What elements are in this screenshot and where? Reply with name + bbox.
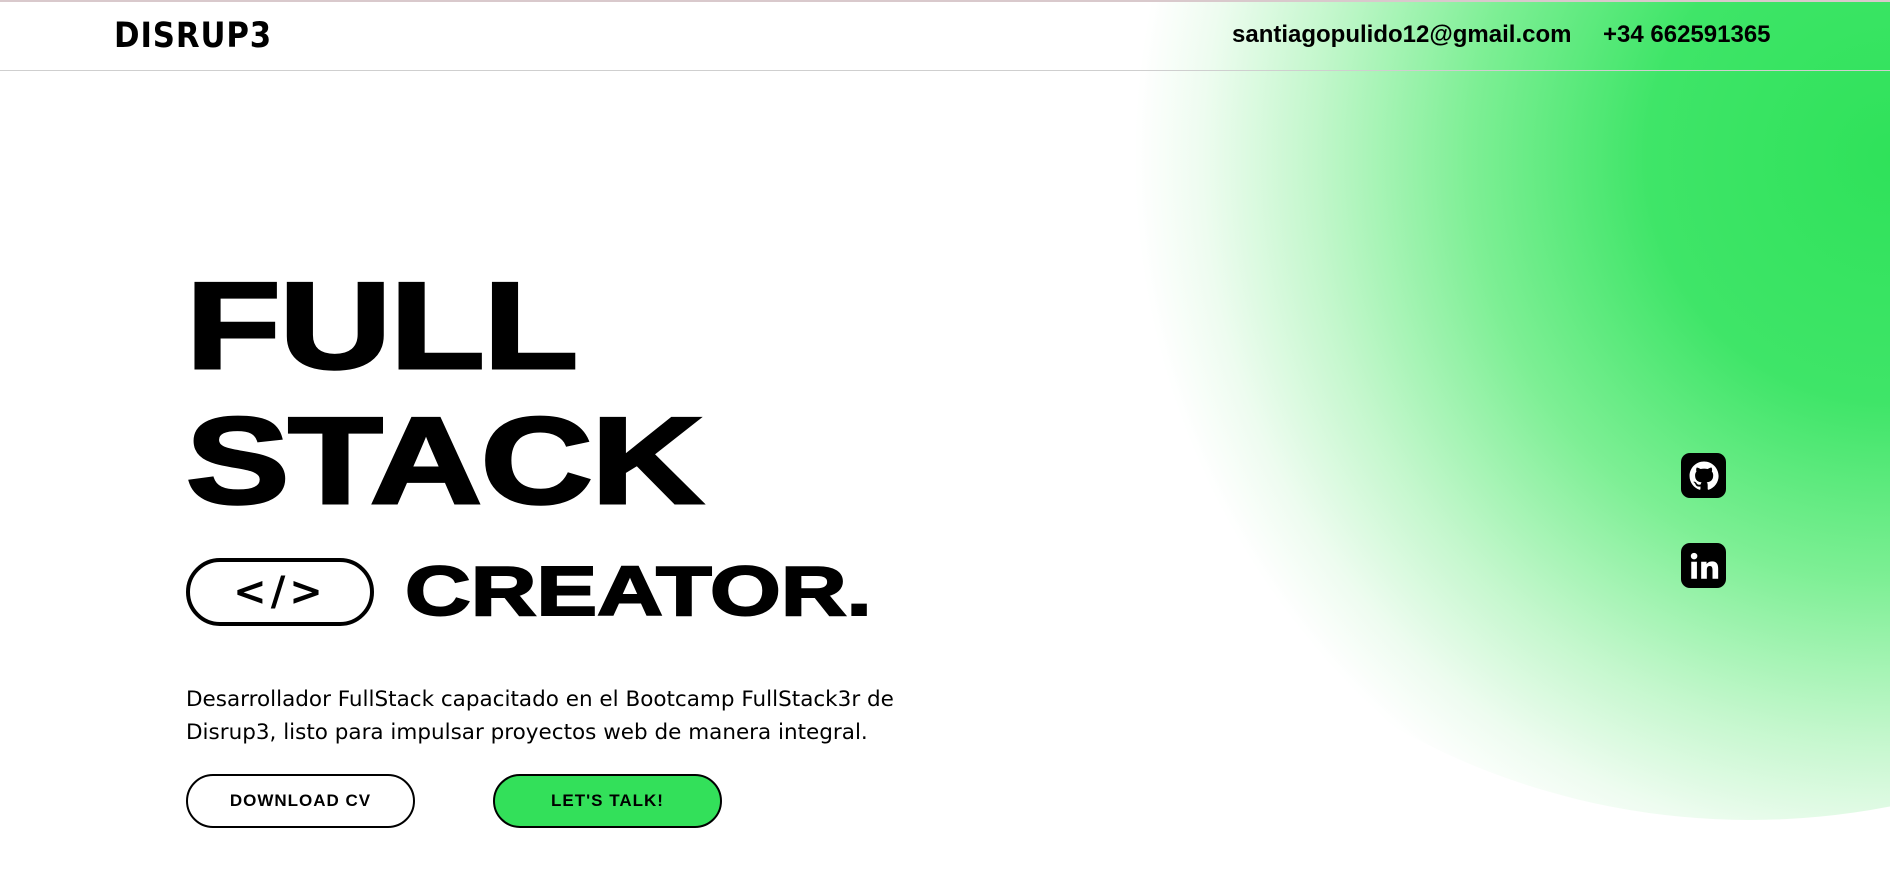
code-symbol-icon: </> [233,569,327,615]
top-rule [0,0,1890,2]
linkedin-link[interactable] [1681,543,1726,588]
github-icon [1689,461,1719,490]
header: DISRUP3 santiagopulido12@gmail.com +34 6… [0,2,1890,71]
hero-description-line-1: Desarrollador FullStack capacitado en el… [186,687,894,712]
hero-title-creator: CREATOR. [404,552,873,630]
code-symbol-badge: </> [186,558,374,626]
download-cv-button[interactable]: DOWNLOAD CV [186,774,415,828]
hero-title-stack: STACK [184,393,705,530]
github-link[interactable] [1681,453,1726,498]
phone-link[interactable]: +34 662591365 [1603,21,1771,49]
green-gradient-background [1040,0,1890,820]
hero-title-full: FULL [184,258,580,395]
page: DISRUP3 santiagopulido12@gmail.com +34 6… [0,0,1890,893]
hero-description-line-2: Disrup3, listo para impulsar proyectos w… [186,720,868,745]
email-link[interactable]: santiagopulido12@gmail.com [1232,21,1571,49]
lets-talk-button[interactable]: LET'S TALK! [493,774,722,828]
hero-description: Desarrollador FullStack capacitado en el… [186,683,986,749]
logo[interactable]: DISRUP3 [114,16,272,56]
linkedin-icon [1690,552,1718,579]
